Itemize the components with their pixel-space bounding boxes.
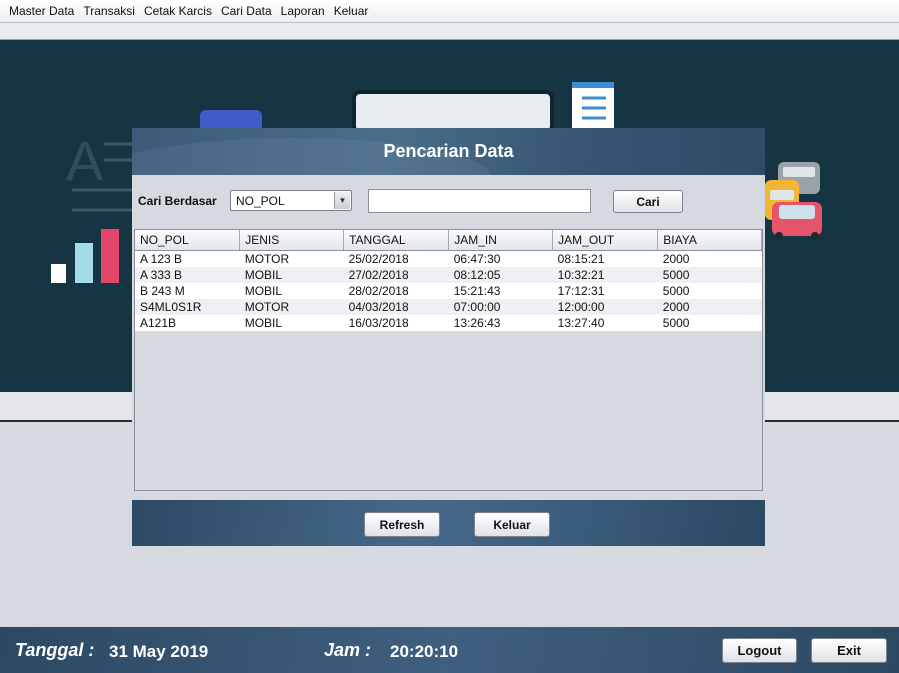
column-header-jenis[interactable]: JENIS bbox=[239, 230, 345, 251]
search-input[interactable] bbox=[368, 189, 591, 213]
menu-keluar[interactable]: Keluar bbox=[329, 4, 373, 18]
cell-jam-out: 12:00:00 bbox=[552, 299, 658, 315]
menu-laporan[interactable]: Laporan bbox=[276, 4, 329, 18]
cell-jam-in: 13:26:43 bbox=[448, 315, 553, 331]
cell-jam-out: 17:12:31 bbox=[552, 283, 658, 299]
cell-tanggal: 04/03/2018 bbox=[343, 299, 449, 315]
results-table: NO_POL JENIS TANGGAL JAM_IN JAM_OUT BIAY… bbox=[134, 229, 763, 491]
search-dialog: Pencarian Data Cari Berdasar NO_POL ▼ Ca… bbox=[132, 128, 765, 546]
cell-biaya: 5000 bbox=[657, 283, 762, 299]
cell-jenis: MOTOR bbox=[239, 299, 344, 315]
cell-jenis: MOBIL bbox=[239, 315, 344, 331]
cell-no-pol: A 333 B bbox=[135, 267, 240, 283]
status-bar: Tanggal : 31 May 2019 Jam : 20:20:10 Log… bbox=[0, 627, 899, 673]
bar-chart-icon bbox=[51, 229, 119, 283]
document-lines-icon: A bbox=[66, 129, 134, 212]
refresh-button[interactable]: Refresh bbox=[364, 512, 440, 537]
cell-tanggal: 25/02/2018 bbox=[343, 250, 449, 267]
menu-cetak-karcis[interactable]: Cetak Karcis bbox=[139, 4, 216, 18]
cell-biaya: 2000 bbox=[657, 250, 762, 267]
cell-no-pol: S4ML0S1R bbox=[135, 299, 240, 315]
close-dialog-button[interactable]: Keluar bbox=[474, 512, 550, 537]
search-field-select[interactable]: NO_POL ▼ bbox=[230, 190, 352, 211]
dialog-header: Pencarian Data bbox=[132, 128, 765, 175]
menu-cari-data[interactable]: Cari Data bbox=[216, 4, 276, 18]
date-label: Tanggal : bbox=[15, 640, 95, 660]
cell-jam-in: 06:47:30 bbox=[448, 250, 553, 267]
cell-no-pol: A121B bbox=[135, 315, 240, 331]
svg-text:A: A bbox=[66, 129, 104, 192]
search-by-label: Cari Berdasar bbox=[138, 194, 217, 208]
table-header-row: NO_POL JENIS TANGGAL JAM_IN JAM_OUT BIAY… bbox=[135, 230, 762, 251]
menu-transaksi[interactable]: Transaksi bbox=[78, 4, 139, 18]
column-header-jam-in[interactable]: JAM_IN bbox=[448, 230, 554, 251]
cell-biaya: 2000 bbox=[657, 299, 762, 315]
cell-jam-out: 10:32:21 bbox=[552, 267, 658, 283]
cell-jam-in: 07:00:00 bbox=[448, 299, 553, 315]
cell-tanggal: 16/03/2018 bbox=[343, 315, 449, 331]
table-row[interactable]: A 123 B MOTOR 25/02/2018 06:47:30 08:15:… bbox=[135, 250, 762, 267]
table-row[interactable]: S4ML0S1R MOTOR 04/03/2018 07:00:00 12:00… bbox=[135, 299, 762, 315]
column-header-no-pol[interactable]: NO_POL bbox=[135, 230, 241, 251]
column-header-biaya[interactable]: BIAYA bbox=[657, 230, 762, 251]
cell-no-pol: B 243 M bbox=[135, 283, 240, 299]
menu-bar: Master Data Transaksi Cetak Karcis Cari … bbox=[0, 0, 899, 23]
logout-button[interactable]: Logout bbox=[722, 638, 797, 663]
cell-jenis: MOBIL bbox=[239, 267, 344, 283]
table-row[interactable]: A121B MOBIL 16/03/2018 13:26:43 13:27:40… bbox=[135, 315, 762, 331]
table-row[interactable]: B 243 M MOBIL 28/02/2018 15:21:43 17:12:… bbox=[135, 283, 762, 299]
cell-tanggal: 28/02/2018 bbox=[343, 283, 449, 299]
cell-tanggal: 27/02/2018 bbox=[343, 267, 449, 283]
monitor-icon bbox=[352, 90, 554, 134]
exit-button[interactable]: Exit bbox=[811, 638, 887, 663]
time-value: 20:20:10 bbox=[390, 642, 459, 661]
cell-no-pol: A 123 B bbox=[135, 250, 240, 267]
menu-master-data[interactable]: Master Data bbox=[0, 4, 78, 18]
cell-biaya: 5000 bbox=[657, 267, 762, 283]
cell-jam-out: 13:27:40 bbox=[552, 315, 658, 331]
cell-biaya: 5000 bbox=[657, 315, 762, 331]
cars-icon bbox=[765, 162, 822, 240]
search-field-selected: NO_POL bbox=[236, 194, 285, 208]
column-header-jam-out[interactable]: JAM_OUT bbox=[552, 230, 659, 251]
cell-jam-in: 15:21:43 bbox=[448, 283, 553, 299]
time-label: Jam : bbox=[324, 640, 372, 660]
search-button[interactable]: Cari bbox=[613, 190, 683, 213]
clipboard-icon bbox=[572, 82, 614, 132]
date-value: 31 May 2019 bbox=[109, 642, 209, 661]
cell-jenis: MOTOR bbox=[239, 250, 344, 267]
toolbar-band bbox=[0, 23, 899, 40]
cell-jenis: MOBIL bbox=[239, 283, 344, 299]
dialog-footer: Refresh Keluar bbox=[132, 500, 765, 546]
column-header-tanggal[interactable]: TANGGAL bbox=[343, 230, 450, 251]
chevron-down-icon[interactable]: ▼ bbox=[334, 192, 350, 209]
table-row[interactable]: A 333 B MOBIL 27/02/2018 08:12:05 10:32:… bbox=[135, 267, 762, 283]
cell-jam-out: 08:15:21 bbox=[552, 250, 658, 267]
dialog-title: Pencarian Data bbox=[383, 141, 514, 161]
cell-jam-in: 08:12:05 bbox=[448, 267, 553, 283]
